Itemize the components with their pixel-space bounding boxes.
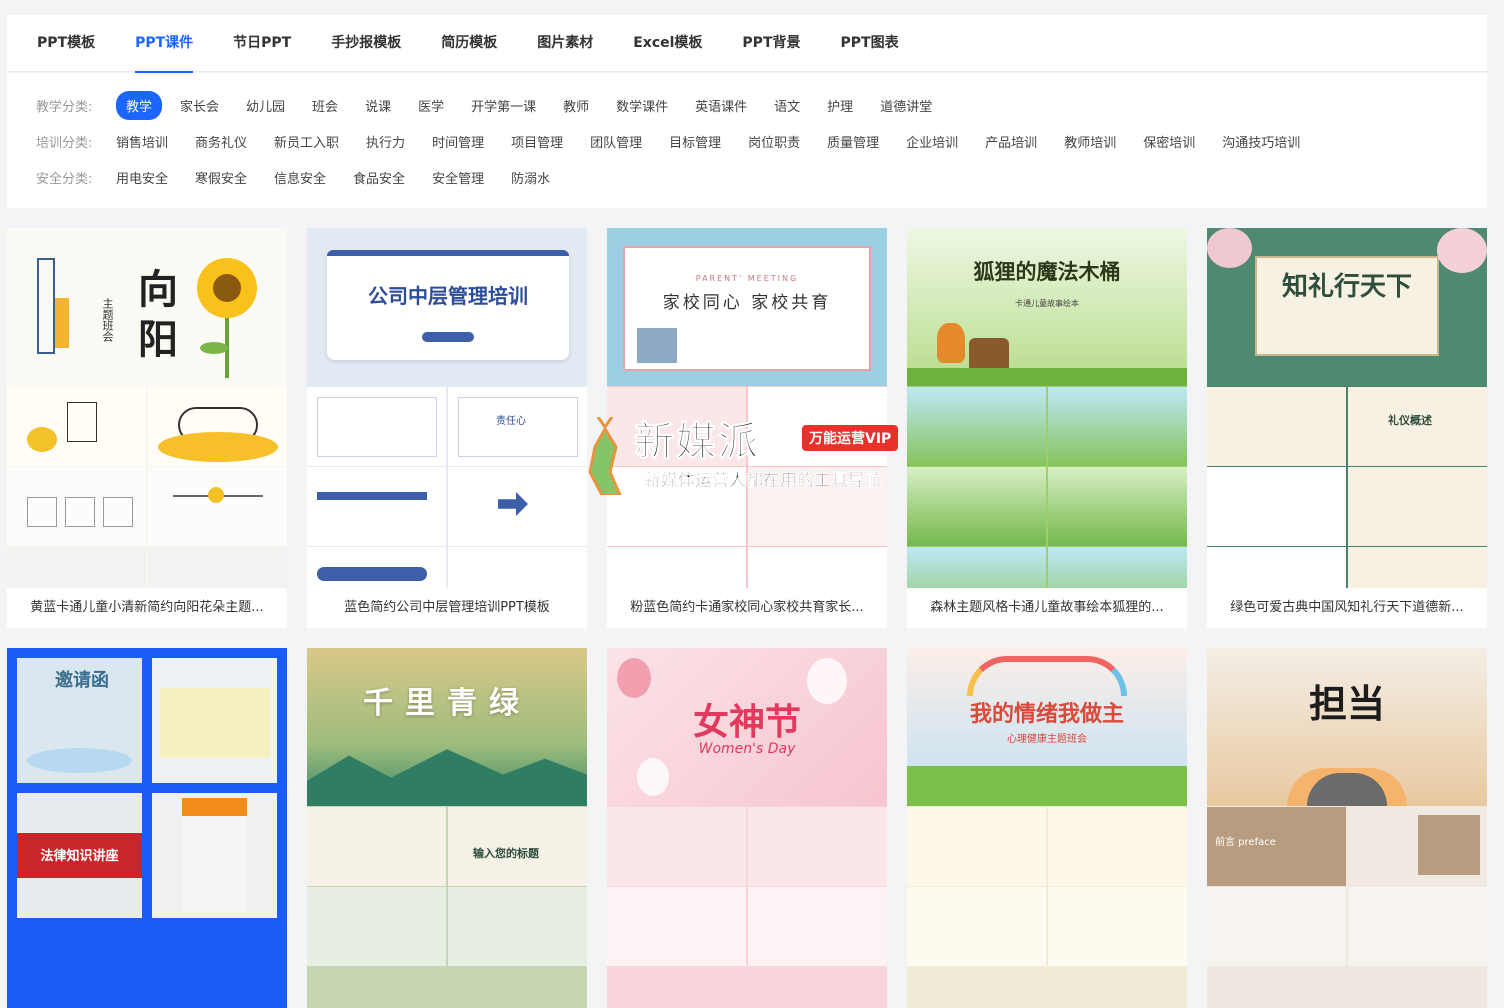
top-category-nav: PPT模板 PPT课件 节日PPT 手抄报模板 简历模板 图片素材 Excel模… [7,15,1487,73]
cover-title: 我的情绪我做主 [969,702,1124,727]
template-card[interactable]: 千里青绿 输入您的标题 [307,648,587,1008]
filter-project-management[interactable]: 项目管理 [511,132,563,151]
cover-subtitle: 卡通儿童故事绘本 [1015,299,1079,308]
filter-business-etiquette[interactable]: 商务礼仪 [195,132,247,151]
template-card[interactable]: 向阳 主题班会 黄蓝卡通儿童小清新简约向阳花朵主题... [7,228,287,628]
tab-resume-template[interactable]: 简历模板 [441,15,497,72]
filter-winter-safety[interactable]: 寒假安全 [195,168,247,187]
filter-lesson-talk[interactable]: 说课 [365,96,391,115]
cover-title: 狐狸的魔法木桶 [973,260,1121,284]
cover-title: 向阳 [131,268,178,368]
filter-panel: 教学分类: 教学 家长会 幼儿园 班会 说课 医学 开学第一课 教师 数学课件 … [7,73,1487,208]
filter-sales-training[interactable]: 销售培训 [116,132,168,151]
template-card[interactable]: 公司中层管理培训 责任心 蓝色简约公司中层管理培训PPT模板 [307,228,587,628]
filter-class-meeting[interactable]: 班会 [312,96,338,115]
filter-english[interactable]: 英语课件 [695,96,747,115]
card-thumbnail[interactable]: 千里青绿 输入您的标题 [307,648,587,1008]
cover-subtitle: PARENT' MEETING [695,274,799,283]
filter-job-duties[interactable]: 岗位职责 [748,132,800,151]
template-card[interactable]: PARENT' MEETING 家校同心 家校共育 粉蓝色简约卡通家校同心家校共… [607,228,887,628]
filter-drowning-prevention[interactable]: 防溺水 [511,168,550,187]
card-title[interactable]: 蓝色简约公司中层管理培训PPT模板 [307,588,587,628]
card-title[interactable]: 绿色可爱古典中国风知礼行天下道德新... [1207,588,1487,628]
filter-info-safety[interactable]: 信息安全 [274,168,326,187]
card-thumbnail[interactable]: 担当 前言 preface [1207,648,1487,1008]
cover-title: 担当 [1308,681,1385,726]
card-thumbnail[interactable]: 女神节 Women's Day [607,648,887,1008]
slide-text: 前言 preface [1215,837,1276,848]
cover-subtitle: 心理健康主题班会 [1007,734,1087,745]
card-thumbnail[interactable]: PARENT' MEETING 家校同心 家校共育 [607,228,887,588]
filter-moral-lecture[interactable]: 道德讲堂 [880,96,932,115]
tab-festival-ppt[interactable]: 节日PPT [233,15,291,72]
filter-parent-meeting[interactable]: 家长会 [180,96,219,115]
cover-title: 公司中层管理培训 [368,284,528,308]
tab-ppt-template[interactable]: PPT模板 [37,15,95,72]
tab-ppt-background[interactable]: PPT背景 [742,15,800,72]
card-title[interactable]: 粉蓝色简约卡通家校同心家校共育家长... [607,588,887,628]
card-title[interactable]: 森林主题风格卡通儿童故事绘本狐狸的... [907,588,1187,628]
card-thumbnail[interactable]: 我的情绪我做主 心理健康主题班会 [907,648,1187,1008]
filter-confidentiality-training[interactable]: 保密培训 [1143,132,1195,151]
filter-label: 教学分类: [36,99,93,115]
filter-medical[interactable]: 医学 [418,96,444,115]
slide-text: 输入您的标题 [473,847,539,860]
card-thumbnail[interactable]: 知礼行天下 礼仪概述 [1207,228,1487,588]
filter-onboarding[interactable]: 新员工入职 [274,132,339,151]
cover-title: 知礼行天下 [1281,272,1412,302]
filter-row-teaching: 教学分类: 教学 家长会 幼儿园 班会 说课 医学 开学第一课 教师 数学课件 … [36,87,1487,123]
tab-ppt-chart[interactable]: PPT图表 [841,15,899,72]
filter-row-safety: 安全分类: 用电安全 寒假安全 信息安全 食品安全 安全管理 防溺水 [36,159,1487,195]
template-card[interactable]: 担当 前言 preface [1207,648,1487,1008]
sunflower-icon [197,258,257,378]
slide-text: 礼仪概述 [1388,414,1432,427]
card-thumbnail[interactable]: 向阳 主题班会 [7,228,287,588]
filter-team-management[interactable]: 团队管理 [590,132,642,151]
filter-product-training[interactable]: 产品培训 [985,132,1037,151]
card-thumbnail[interactable]: 公司中层管理培训 责任心 [307,228,587,588]
cover-subtitle: Women's Day [698,741,796,757]
filter-row-training: 培训分类: 销售培训 商务礼仪 新员工入职 执行力 时间管理 项目管理 团队管理… [36,123,1487,159]
card-title[interactable]: 黄蓝卡通儿童小清新简约向阳花朵主题... [7,588,287,628]
filter-teacher-training[interactable]: 教师培训 [1064,132,1116,151]
cover-title: 邀请函 [55,670,109,691]
filter-teaching[interactable]: 教学 [116,90,163,120]
filter-enterprise-training[interactable]: 企业培训 [906,132,958,151]
filter-time-management[interactable]: 时间管理 [432,132,484,151]
slide-text: 法律知识讲座 [40,849,119,864]
template-card[interactable]: 邀请函 法律知识讲座 [7,648,287,1008]
filter-teacher[interactable]: 教师 [563,96,589,115]
template-card[interactable]: 知礼行天下 礼仪概述 绿色可爱古典中国风知礼行天下道德新... [1207,228,1487,628]
filter-food-safety[interactable]: 食品安全 [353,168,405,187]
filter-quality-management[interactable]: 质量管理 [827,132,879,151]
template-card[interactable]: 我的情绪我做主 心理健康主题班会 [907,648,1187,1008]
filter-kindergarten[interactable]: 幼儿园 [246,96,285,115]
tab-handwritten-newspaper[interactable]: 手抄报模板 [331,15,401,72]
filter-safety-management[interactable]: 安全管理 [432,168,484,187]
template-card[interactable]: 狐狸的魔法木桶 卡通儿童故事绘本 森林主题风格卡通儿童故事绘本狐狸的... [907,228,1187,628]
filter-communication-training[interactable]: 沟通技巧培训 [1222,132,1300,151]
cover-title: 女神节 [692,702,801,743]
filter-label: 培训分类: [36,135,93,151]
filter-execution[interactable]: 执行力 [366,132,405,151]
tab-image-material[interactable]: 图片素材 [537,15,593,72]
filter-chinese[interactable]: 语文 [774,96,800,115]
tab-ppt-courseware[interactable]: PPT课件 [135,15,194,73]
slide-text: 责任心 [496,416,526,427]
filter-goal-management[interactable]: 目标管理 [669,132,721,151]
template-card[interactable]: 女神节 Women's Day [607,648,887,1008]
filter-math[interactable]: 数学课件 [616,96,668,115]
filter-label: 安全分类: [36,171,93,187]
tab-excel-template[interactable]: Excel模板 [633,15,702,72]
card-thumbnail[interactable]: 狐狸的魔法木桶 卡通儿童故事绘本 [907,228,1187,588]
cover-title: 千里青绿 [363,686,531,721]
card-thumbnail[interactable]: 邀请函 法律知识讲座 [7,648,287,1008]
cover-title: 家校同心 家校共育 [662,293,832,313]
filter-electric-safety[interactable]: 用电安全 [116,168,168,187]
cover-subtitle: 主题班会 [101,298,114,342]
filter-first-lesson[interactable]: 开学第一课 [471,96,536,115]
filter-nursing[interactable]: 护理 [827,96,853,115]
